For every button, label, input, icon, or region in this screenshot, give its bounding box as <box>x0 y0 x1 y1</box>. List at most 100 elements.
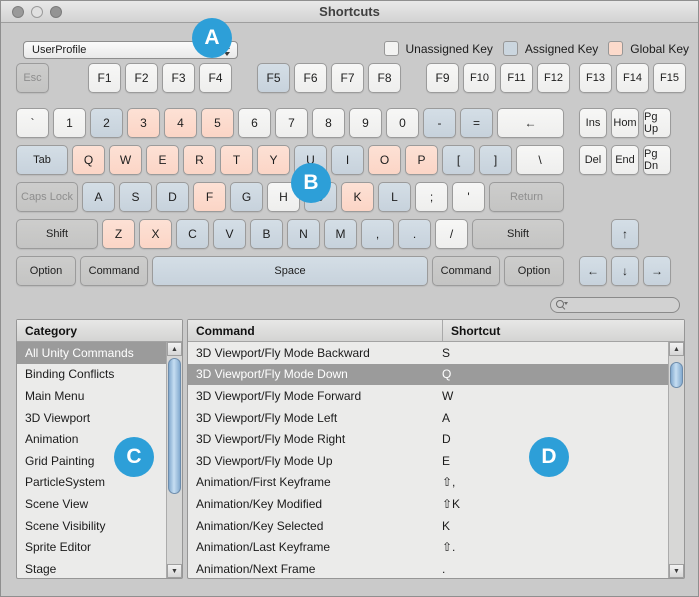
key-e[interactable]: E <box>146 145 179 175</box>
key-pg-up[interactable]: Pg Up <box>643 108 671 138</box>
key-[interactable]: ← <box>579 256 607 286</box>
key-2[interactable]: 2 <box>90 108 123 138</box>
category-item[interactable]: Binding Conflicts <box>17 364 166 386</box>
key-[interactable]: = <box>460 108 493 138</box>
key-[interactable]: - <box>423 108 456 138</box>
key-end[interactable]: End <box>611 145 639 175</box>
table-scrollbar-thumb[interactable] <box>670 362 683 388</box>
shortcut-row[interactable]: 3D Viewport/Fly Mode Forward W <box>188 385 668 407</box>
key-return[interactable]: Return <box>489 182 564 212</box>
key-p[interactable]: P <box>405 145 438 175</box>
key-f14[interactable]: F14 <box>616 63 649 93</box>
category-item[interactable]: Stage <box>17 558 166 578</box>
key-f[interactable]: F <box>193 182 226 212</box>
key-f4[interactable]: F4 <box>199 63 232 93</box>
key-[interactable]: [ <box>442 145 475 175</box>
key-f2[interactable]: F2 <box>125 63 158 93</box>
scroll-up-icon[interactable]: ▲ <box>669 342 684 356</box>
key-f9[interactable]: F9 <box>426 63 459 93</box>
key-o[interactable]: O <box>368 145 401 175</box>
key-[interactable]: ← <box>497 108 564 138</box>
search-field[interactable] <box>550 297 680 313</box>
key-hom[interactable]: Hom <box>611 108 639 138</box>
key-k[interactable]: K <box>341 182 374 212</box>
key-w[interactable]: W <box>109 145 142 175</box>
key-y[interactable]: Y <box>257 145 290 175</box>
command-column-header[interactable]: Command <box>188 324 255 338</box>
search-input[interactable] <box>568 299 679 311</box>
category-item[interactable]: Scene Visibility <box>17 515 166 537</box>
key-d[interactable]: D <box>156 182 189 212</box>
shortcut-row[interactable]: Animation/Key Modified ⇧K <box>188 493 668 515</box>
category-scrollbar-thumb[interactable] <box>168 358 181 494</box>
key-option[interactable]: Option <box>504 256 564 286</box>
key-r[interactable]: R <box>183 145 216 175</box>
shortcut-row[interactable]: Animation/Key Selected K <box>188 515 668 537</box>
key-8[interactable]: 8 <box>312 108 345 138</box>
key-f11[interactable]: F11 <box>500 63 533 93</box>
shortcut-row[interactable]: 3D Viewport/Fly Mode Down Q <box>188 363 668 386</box>
shortcut-row[interactable]: Animation/Last Keyframe ⇧. <box>188 536 668 558</box>
key-[interactable]: \ <box>516 145 564 175</box>
key-6[interactable]: 6 <box>238 108 271 138</box>
key-f15[interactable]: F15 <box>653 63 686 93</box>
shortcut-column-header[interactable]: Shortcut <box>442 320 500 341</box>
key-[interactable]: ` <box>16 108 49 138</box>
key-tab[interactable]: Tab <box>16 145 68 175</box>
key-5[interactable]: 5 <box>201 108 234 138</box>
key-[interactable]: ' <box>452 182 485 212</box>
key-f10[interactable]: F10 <box>463 63 496 93</box>
key-q[interactable]: Q <box>72 145 105 175</box>
key-m[interactable]: M <box>324 219 357 249</box>
key-f13[interactable]: F13 <box>579 63 612 93</box>
key-b[interactable]: B <box>250 219 283 249</box>
key-x[interactable]: X <box>139 219 172 249</box>
key-g[interactable]: G <box>230 182 263 212</box>
key-space[interactable]: Space <box>152 256 428 286</box>
key-[interactable]: ↑ <box>611 219 639 249</box>
category-item[interactable]: 3D Viewport <box>17 407 166 429</box>
scroll-down-icon[interactable]: ▼ <box>167 564 182 578</box>
key-l[interactable]: L <box>378 182 411 212</box>
category-item[interactable]: All Unity Commands <box>17 342 166 364</box>
shortcut-row[interactable]: Animation/First Keyframe ⇧, <box>188 472 668 494</box>
shortcut-row[interactable]: 3D Viewport/Fly Mode Up E <box>188 450 668 472</box>
key-shift[interactable]: Shift <box>472 219 564 249</box>
key-f1[interactable]: F1 <box>88 63 121 93</box>
key-caps-lock[interactable]: Caps Lock <box>16 182 78 212</box>
key-pg-dn[interactable]: Pg Dn <box>643 145 671 175</box>
key-option[interactable]: Option <box>16 256 76 286</box>
scroll-down-icon[interactable]: ▼ <box>669 564 684 578</box>
category-item[interactable]: Main Menu <box>17 385 166 407</box>
key-esc[interactable]: Esc <box>16 63 49 93</box>
key-4[interactable]: 4 <box>164 108 197 138</box>
category-item[interactable]: Scene View <box>17 493 166 515</box>
key-3[interactable]: 3 <box>127 108 160 138</box>
category-item[interactable]: ParticleSystem <box>17 472 166 494</box>
key-9[interactable]: 9 <box>349 108 382 138</box>
key-i[interactable]: I <box>331 145 364 175</box>
shortcut-row[interactable]: 3D Viewport/Fly Mode Backward S <box>188 342 668 364</box>
key-1[interactable]: 1 <box>53 108 86 138</box>
key-f12[interactable]: F12 <box>537 63 570 93</box>
shortcut-row[interactable]: Animation/Next Frame. <box>188 558 668 578</box>
key-t[interactable]: T <box>220 145 253 175</box>
key-f3[interactable]: F3 <box>162 63 195 93</box>
key-f8[interactable]: F8 <box>368 63 401 93</box>
key-7[interactable]: 7 <box>275 108 308 138</box>
key-command[interactable]: Command <box>80 256 148 286</box>
key-f6[interactable]: F6 <box>294 63 327 93</box>
key-z[interactable]: Z <box>102 219 135 249</box>
table-scrollbar[interactable]: ▲ ▼ <box>668 342 684 578</box>
key-s[interactable]: S <box>119 182 152 212</box>
key-command[interactable]: Command <box>432 256 500 286</box>
key-[interactable]: , <box>361 219 394 249</box>
category-item[interactable]: Sprite Editor <box>17 536 166 558</box>
key-[interactable]: . <box>398 219 431 249</box>
key-v[interactable]: V <box>213 219 246 249</box>
key-ins[interactable]: Ins <box>579 108 607 138</box>
scroll-up-icon[interactable]: ▲ <box>167 342 182 356</box>
key-del[interactable]: Del <box>579 145 607 175</box>
key-0[interactable]: 0 <box>386 108 419 138</box>
key-[interactable]: / <box>435 219 468 249</box>
